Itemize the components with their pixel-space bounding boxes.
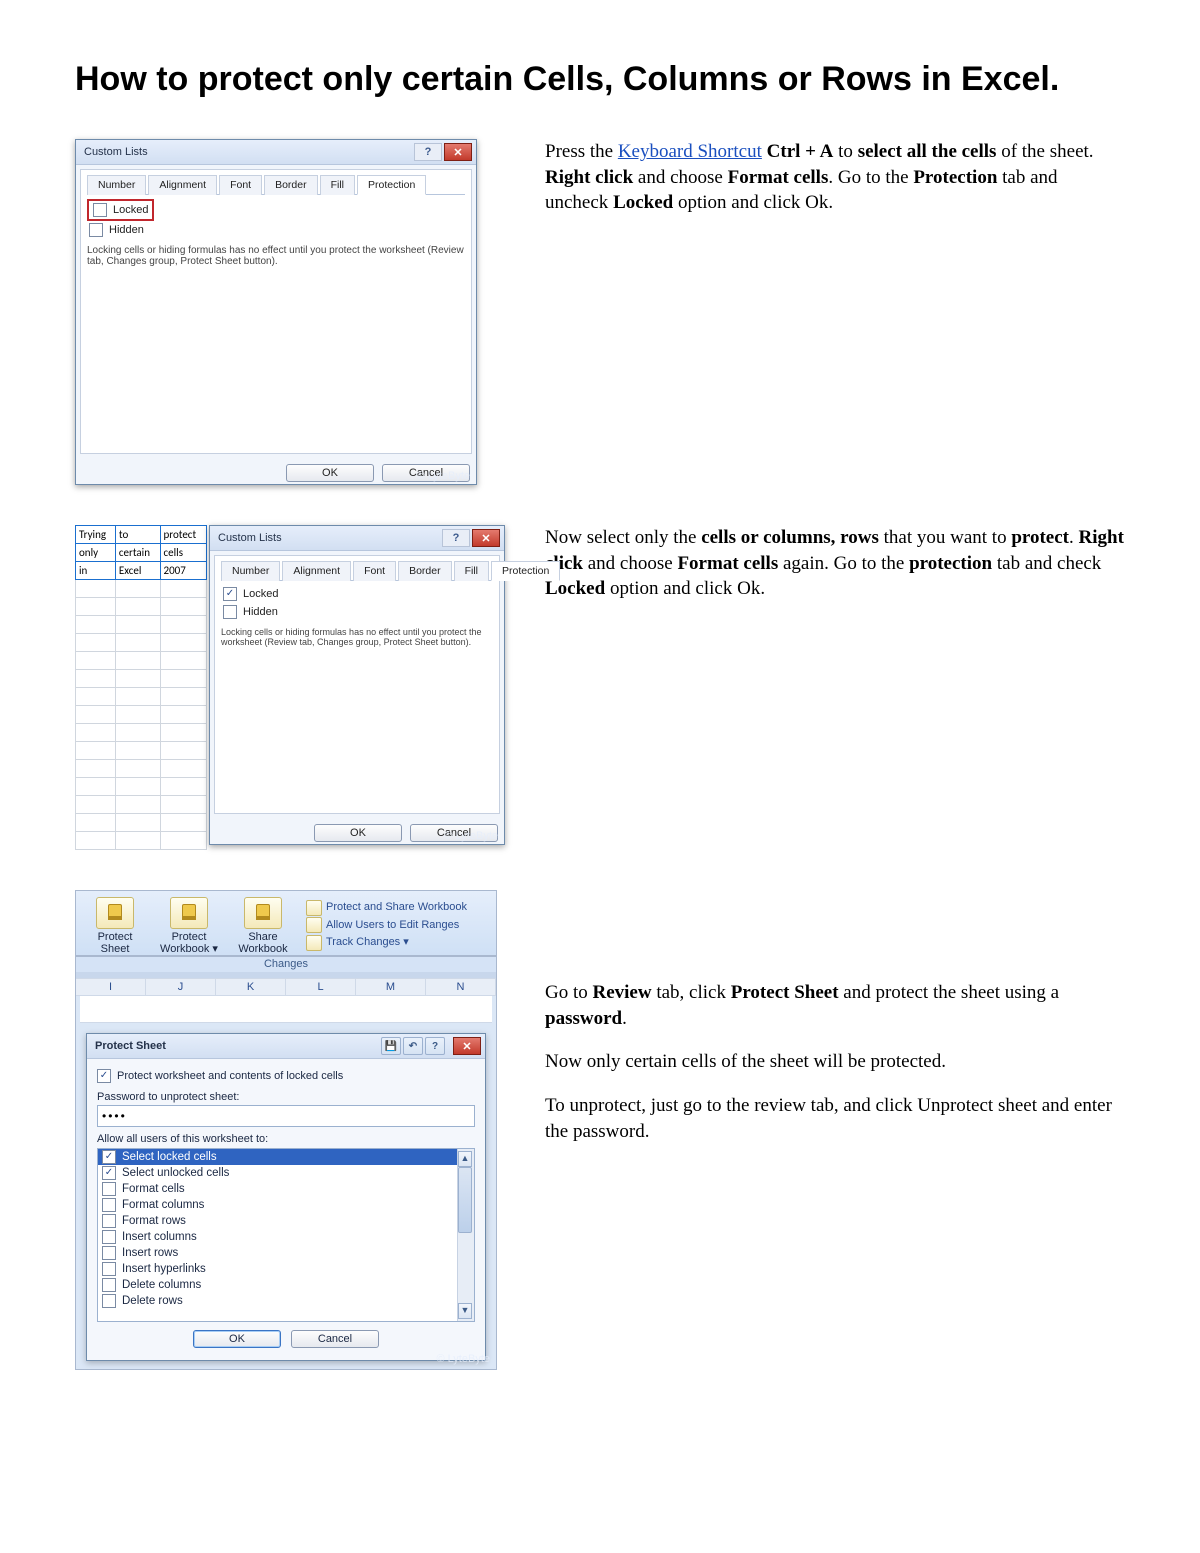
step1-text: Press the Keyboard Shortcut Ctrl + A to … bbox=[545, 139, 1125, 216]
password-label: Password to unprotect sheet: bbox=[97, 1091, 475, 1103]
scrollbar[interactable]: ▲ ▼ bbox=[457, 1149, 474, 1321]
tab-alignment[interactable]: Alignment bbox=[148, 175, 217, 195]
watermark: © LyteByte bbox=[436, 1353, 490, 1365]
table-row: Tryingtoprotect bbox=[76, 526, 207, 544]
dialog-title: Protect Sheet bbox=[95, 1040, 166, 1052]
protect-and-share-button[interactable]: Protect and Share Workbook bbox=[306, 899, 467, 917]
tab-fill[interactable]: Fill bbox=[320, 175, 355, 195]
list-item: Format cells bbox=[98, 1181, 474, 1197]
tab-font[interactable]: Font bbox=[353, 561, 396, 581]
lock-icon bbox=[96, 897, 134, 929]
scroll-thumb[interactable] bbox=[458, 1167, 472, 1233]
tab-protection[interactable]: Protection bbox=[491, 561, 560, 581]
ribbon-group-label: Changes bbox=[76, 956, 496, 972]
protect-workbook-button[interactable]: Protect Workbook ▾ bbox=[158, 897, 220, 955]
list-item: Insert rows bbox=[98, 1245, 474, 1261]
locked-checkbox[interactable] bbox=[93, 203, 107, 217]
close-button[interactable]: ✕ bbox=[453, 1037, 481, 1055]
help-button[interactable]: ? bbox=[442, 529, 470, 547]
close-button[interactable]: ✕ bbox=[444, 143, 472, 161]
scroll-up-icon[interactable]: ▲ bbox=[458, 1151, 472, 1167]
table-row: inExcel2007 bbox=[76, 562, 207, 580]
step2-text: Now select only the cells or columns, ro… bbox=[545, 525, 1125, 602]
tab-font[interactable]: Font bbox=[219, 175, 262, 195]
hidden-checkbox[interactable] bbox=[89, 223, 103, 237]
hidden-checkbox[interactable] bbox=[223, 605, 237, 619]
users-icon bbox=[306, 917, 322, 933]
list-item: Insert columns bbox=[98, 1229, 474, 1245]
protection-note: Locking cells or hiding formulas has no … bbox=[221, 627, 493, 647]
list-item: Delete columns bbox=[98, 1277, 474, 1293]
qat-save-icon[interactable]: 💾 bbox=[381, 1037, 401, 1055]
locked-highlight: Locked bbox=[87, 199, 154, 221]
table-row: onlycertaincells bbox=[76, 544, 207, 562]
tab-number[interactable]: Number bbox=[221, 561, 280, 581]
protect-sheet-button[interactable]: Protect Sheet bbox=[84, 897, 146, 955]
locked-label: Locked bbox=[243, 588, 278, 600]
tab-number[interactable]: Number bbox=[87, 175, 146, 195]
keyboard-shortcut-link[interactable]: Keyboard Shortcut bbox=[618, 141, 762, 162]
lock-share-icon bbox=[306, 900, 322, 916]
track-icon bbox=[306, 935, 322, 951]
help-button[interactable]: ? bbox=[414, 143, 442, 161]
ok-button[interactable]: OK bbox=[193, 1330, 281, 1348]
list-item: Format rows bbox=[98, 1213, 474, 1229]
permissions-listbox[interactable]: Select locked cells Select unlocked cell… bbox=[97, 1148, 475, 1322]
allow-edit-ranges-button[interactable]: Allow Users to Edit Ranges bbox=[306, 917, 467, 935]
hidden-label: Hidden bbox=[109, 224, 144, 236]
format-cells-dialog-unchecked: Custom Lists ? ✕ Number Alignment Font B… bbox=[75, 139, 477, 485]
allow-label: Allow all users of this worksheet to: bbox=[97, 1133, 475, 1145]
protect-contents-label: Protect worksheet and contents of locked… bbox=[117, 1070, 343, 1082]
review-ribbon-figure: Protect Sheet Protect Workbook ▾ Share W… bbox=[75, 890, 497, 1370]
lock-icon bbox=[170, 897, 208, 929]
step3-text-3: To unprotect, just go to the review tab,… bbox=[545, 1093, 1125, 1144]
dialog-title: Custom Lists bbox=[218, 532, 282, 544]
page-title: How to protect only certain Cells, Colum… bbox=[75, 60, 1125, 99]
watermark: © LyteByte bbox=[444, 830, 498, 842]
share-icon bbox=[244, 897, 282, 929]
ok-button[interactable]: OK bbox=[286, 464, 374, 482]
list-item: Format columns bbox=[98, 1197, 474, 1213]
qat-undo-icon[interactable]: ↶ bbox=[403, 1037, 423, 1055]
hidden-label: Hidden bbox=[243, 606, 278, 618]
column-headers: IJK LMN bbox=[76, 978, 496, 996]
watermark: © LyteByte bbox=[416, 470, 470, 482]
tab-border[interactable]: Border bbox=[264, 175, 318, 195]
qat-help-icon[interactable]: ? bbox=[425, 1037, 445, 1055]
step3-text-1: Go to Review tab, click Protect Sheet an… bbox=[545, 980, 1125, 1031]
tab-alignment[interactable]: Alignment bbox=[282, 561, 351, 581]
list-item: Select locked cells bbox=[98, 1149, 474, 1165]
tab-protection[interactable]: Protection bbox=[357, 175, 426, 195]
scroll-down-icon[interactable]: ▼ bbox=[458, 1303, 472, 1319]
locked-checkbox[interactable] bbox=[223, 587, 237, 601]
list-item: Insert hyperlinks bbox=[98, 1261, 474, 1277]
ok-button[interactable]: OK bbox=[314, 824, 402, 842]
sample-spreadsheet: Tryingtoprotect onlycertaincells inExcel… bbox=[75, 525, 207, 850]
step3-text-2: Now only certain cells of the sheet will… bbox=[545, 1049, 1125, 1075]
close-button[interactable]: ✕ bbox=[472, 529, 500, 547]
tab-fill[interactable]: Fill bbox=[454, 561, 489, 581]
track-changes-button[interactable]: Track Changes ▾ bbox=[306, 934, 467, 952]
password-input[interactable] bbox=[97, 1105, 475, 1127]
cancel-button[interactable]: Cancel bbox=[291, 1330, 379, 1348]
list-item: Delete rows bbox=[98, 1293, 474, 1309]
locked-label: Locked bbox=[113, 204, 148, 216]
protection-note: Locking cells or hiding formulas has no … bbox=[87, 245, 465, 267]
dialog-title: Custom Lists bbox=[84, 146, 148, 158]
protect-sheet-dialog: Protect Sheet 💾 ↶ ? ✕ Protect worksheet … bbox=[86, 1033, 486, 1361]
format-cells-dialog-checked: Custom Lists ? ✕ Number Alignment Font B… bbox=[209, 525, 505, 845]
share-workbook-button[interactable]: Share Workbook bbox=[232, 897, 294, 955]
list-item: Select unlocked cells bbox=[98, 1165, 474, 1181]
tab-border[interactable]: Border bbox=[398, 561, 452, 581]
protect-contents-checkbox[interactable] bbox=[97, 1069, 111, 1083]
